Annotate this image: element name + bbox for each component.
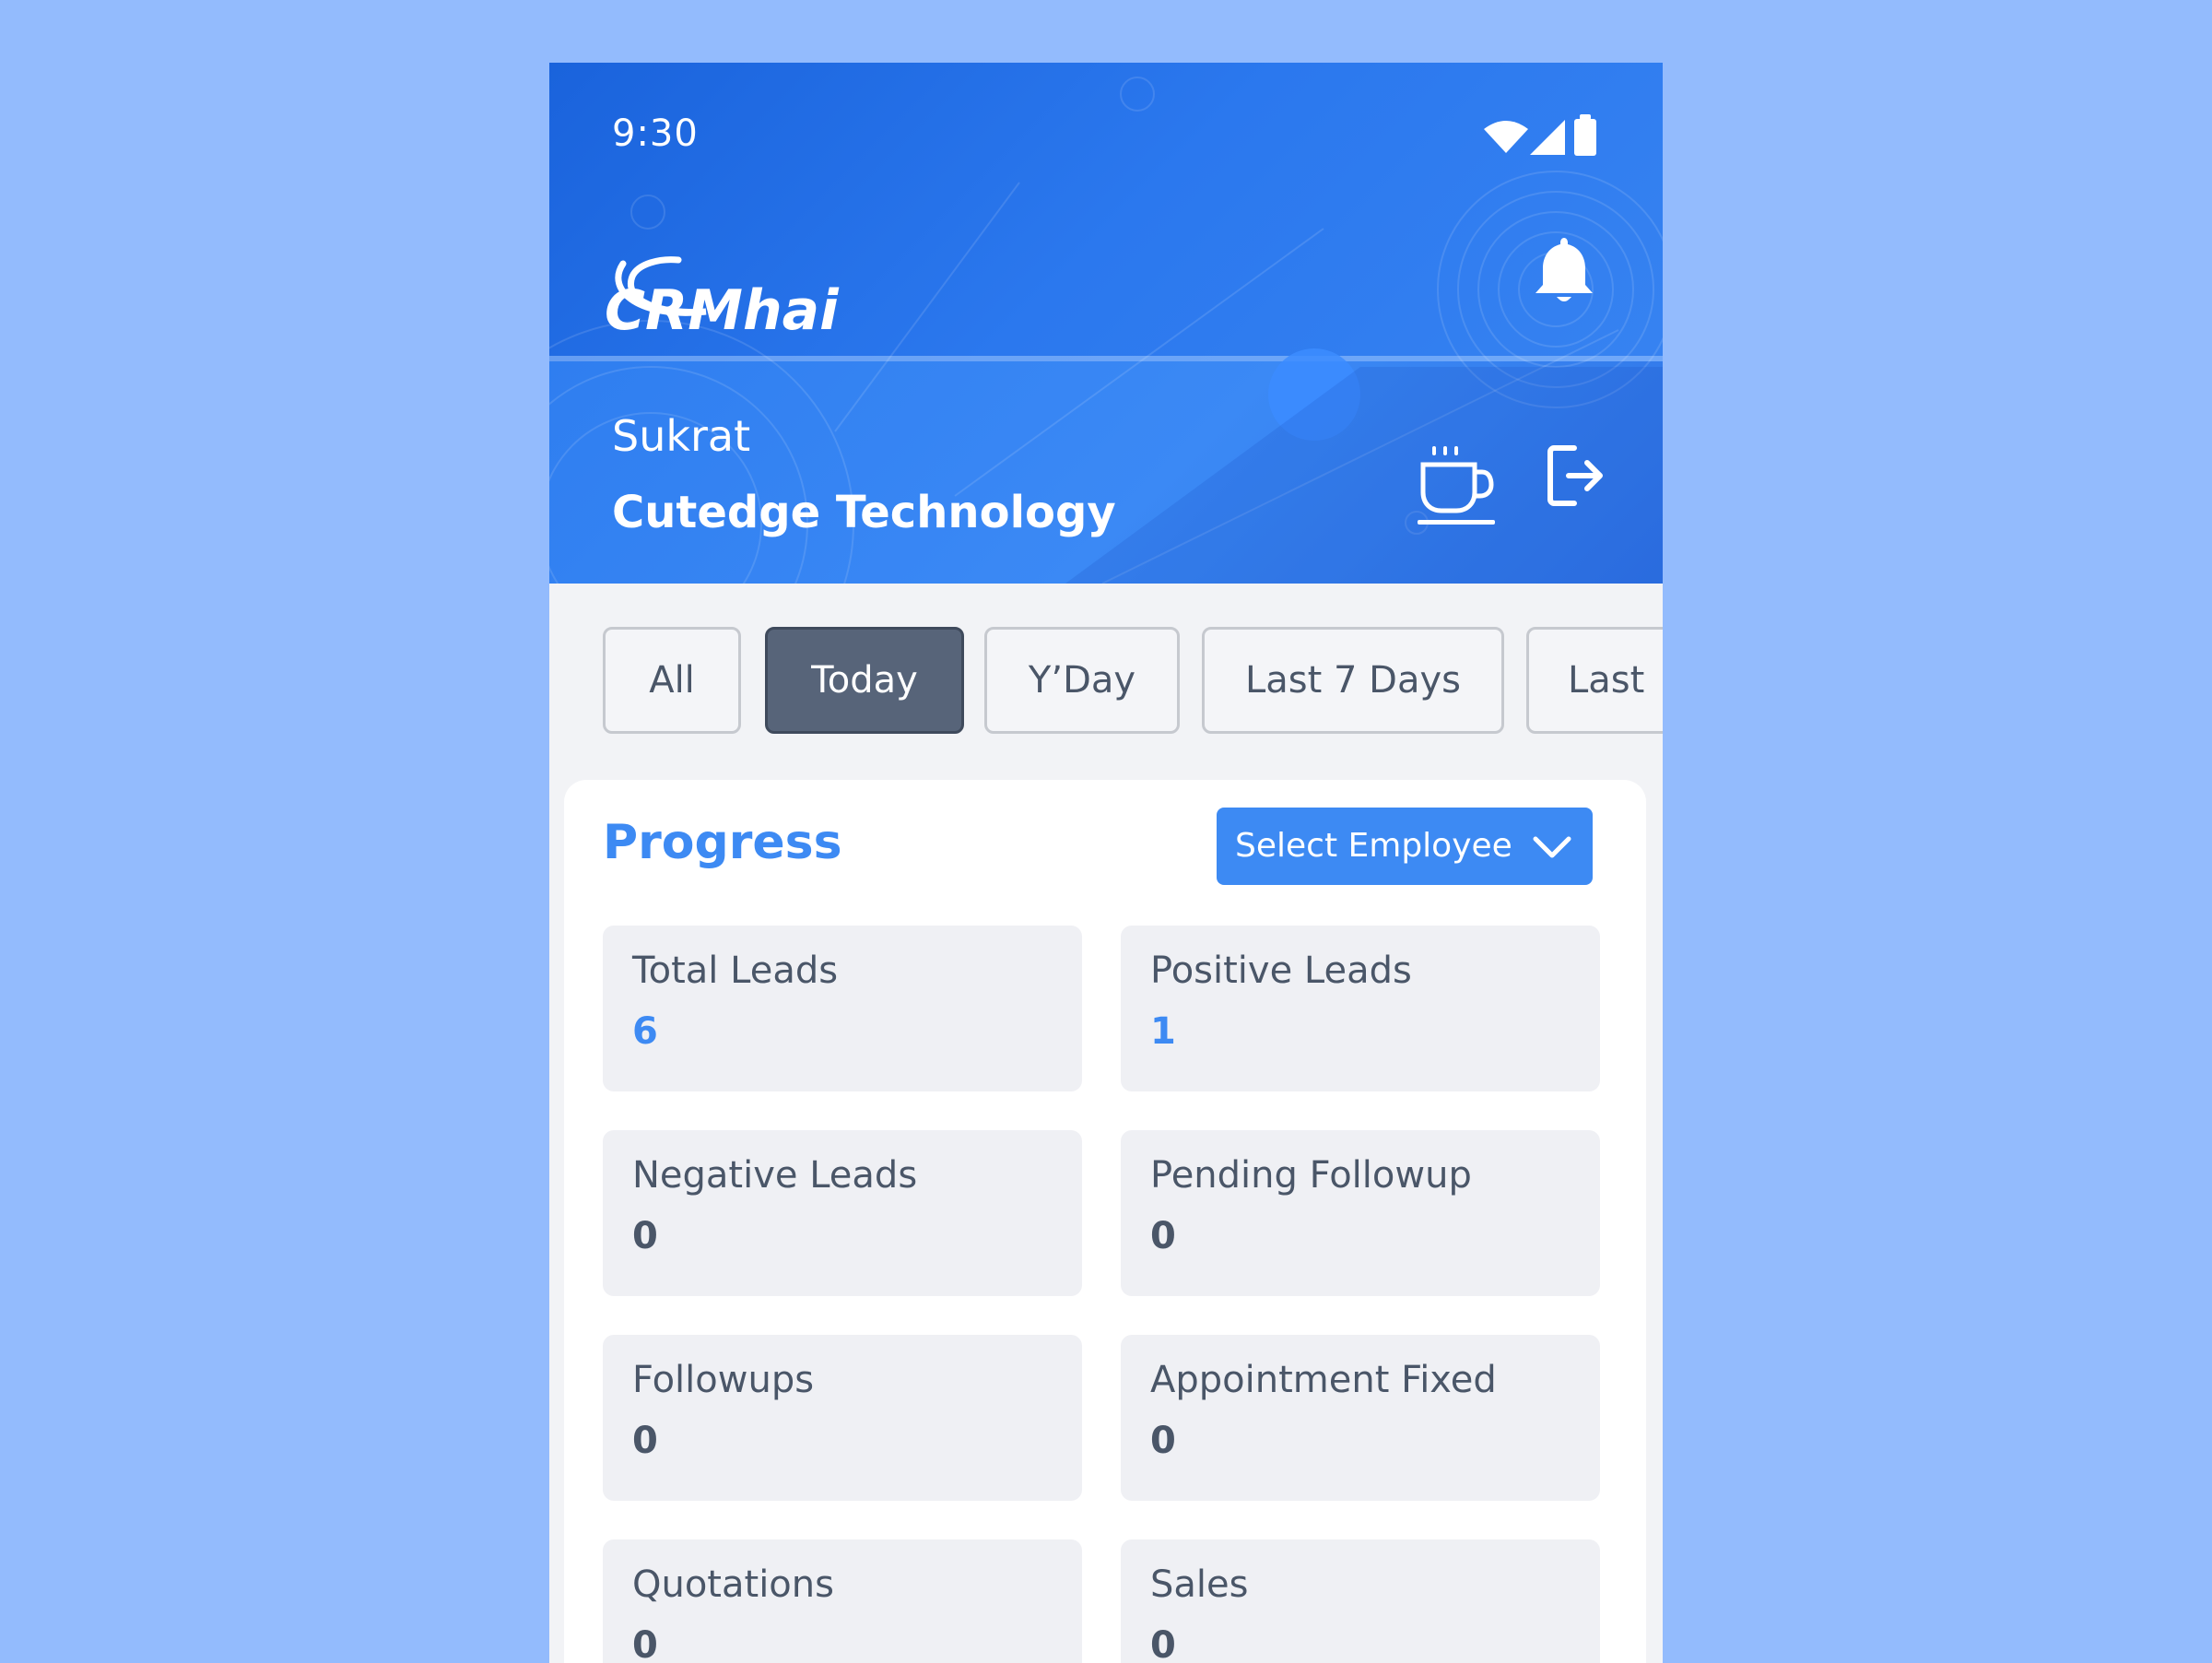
stat-appointment-fixed[interactable]: Appointment Fixed 0 [1121, 1335, 1600, 1501]
stat-value: 1 [1150, 1010, 1176, 1053]
logo-text: CRMhai [605, 278, 839, 343]
stat-quotations[interactable]: Quotations 0 [603, 1539, 1082, 1663]
app-header: 9:30 CRMhai Sukrat Cutedge Technology [549, 63, 1663, 584]
stat-label: Negative Leads [632, 1154, 918, 1197]
status-icons [1484, 114, 1596, 156]
wifi-icon [1484, 121, 1528, 153]
user-name: Sukrat [612, 411, 751, 461]
status-time: 9:30 [612, 112, 699, 155]
stat-label: Positive Leads [1150, 949, 1412, 992]
stat-value: 0 [632, 1420, 658, 1462]
stat-sales[interactable]: Sales 0 [1121, 1539, 1600, 1663]
stat-label: Total Leads [632, 949, 839, 992]
progress-card: Progress Select Employee Total Leads 6 P… [564, 780, 1646, 1663]
stat-value: 0 [1150, 1420, 1176, 1462]
stat-pending-followup[interactable]: Pending Followup 0 [1121, 1130, 1600, 1296]
stat-positive-leads[interactable]: Positive Leads 1 [1121, 926, 1600, 1091]
tab-today[interactable]: Today [765, 627, 964, 734]
stat-total-leads[interactable]: Total Leads 6 [603, 926, 1082, 1091]
tab-last-7-days[interactable]: Last 7 Days [1202, 627, 1504, 734]
stat-label: Appointment Fixed [1150, 1359, 1497, 1401]
battery-icon [1574, 114, 1596, 156]
stat-value: 6 [632, 1010, 658, 1053]
coffee-cup-icon[interactable] [1416, 439, 1497, 537]
logout-icon[interactable] [1547, 442, 1606, 509]
stat-followups[interactable]: Followups 0 [603, 1335, 1082, 1501]
chevron-down-icon [1533, 836, 1571, 858]
phone-screen: 9:30 CRMhai Sukrat Cutedge Technology Al… [549, 63, 1663, 1663]
stat-label: Quotations [632, 1563, 834, 1606]
signal-icon [1530, 120, 1565, 155]
stat-negative-leads[interactable]: Negative Leads 0 [603, 1130, 1082, 1296]
select-employee-label: Select Employee [1235, 827, 1512, 865]
tab-last-more[interactable]: Last [1526, 627, 1663, 734]
stat-label: Pending Followup [1150, 1154, 1472, 1197]
tab-all[interactable]: All [603, 627, 741, 734]
progress-title: Progress [603, 815, 842, 870]
stat-value: 0 [632, 1624, 658, 1663]
stat-label: Followups [632, 1359, 815, 1401]
company-name: Cutedge Technology [612, 487, 1116, 538]
stat-label: Sales [1150, 1563, 1249, 1606]
stat-value: 0 [1150, 1215, 1176, 1257]
tab-yesterday[interactable]: Y’Day [984, 627, 1180, 734]
stat-value: 0 [1150, 1624, 1176, 1663]
bell-icon[interactable] [1532, 234, 1596, 308]
stat-value: 0 [632, 1215, 658, 1257]
select-employee-dropdown[interactable]: Select Employee [1217, 808, 1593, 885]
